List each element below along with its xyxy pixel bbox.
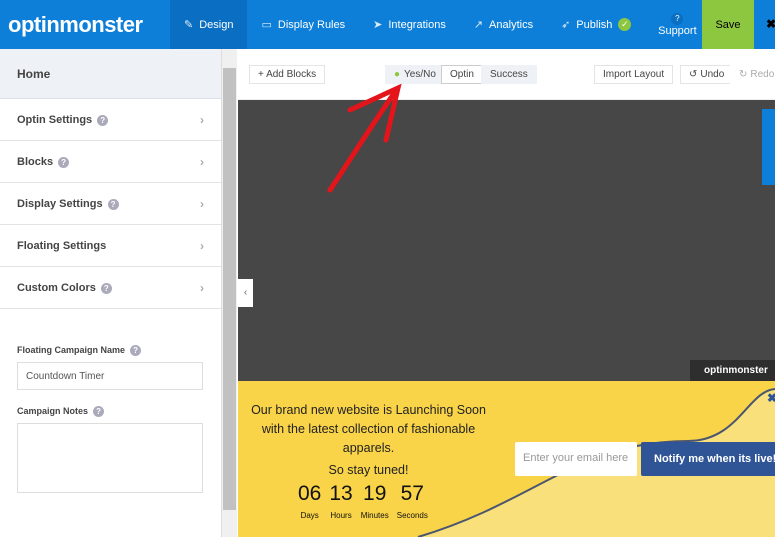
- view-success-button[interactable]: Success: [481, 65, 537, 84]
- question-icon: ?: [671, 13, 684, 25]
- sidebar-item-blocks[interactable]: Blocks? ›: [0, 141, 221, 183]
- redo-label: Redo: [750, 69, 775, 80]
- help-icon[interactable]: ?: [97, 114, 109, 126]
- message-text: Our brand new website is Launching Soon …: [251, 403, 486, 455]
- tab-design[interactable]: ✎ Design: [170, 0, 248, 49]
- countdown-minutes: 19 Minutes: [361, 483, 389, 523]
- tab-display-rules[interactable]: ▭ Display Rules: [247, 0, 359, 49]
- sidebar-item-optin-settings[interactable]: Optin Settings? ›: [0, 99, 221, 141]
- pencil-icon: ✎: [184, 19, 194, 31]
- chevron-right-icon: ›: [200, 238, 204, 253]
- countdown-days: 06 Days: [298, 483, 321, 523]
- label-text: Floating Campaign Name: [17, 345, 126, 355]
- close-banner-icon[interactable]: ✖: [767, 391, 775, 405]
- undo-icon: ↺: [689, 69, 698, 80]
- item-label: Optin Settings: [17, 113, 93, 126]
- item-label: Display Settings: [17, 197, 103, 210]
- sidebar-item-display-settings[interactable]: Display Settings? ›: [0, 183, 221, 225]
- view-optin-button[interactable]: Optin: [441, 65, 483, 84]
- red-arrow-annotation: [327, 83, 402, 193]
- close-icon[interactable]: ✖: [766, 17, 775, 31]
- tab-label: Publish: [576, 18, 613, 31]
- countdown-unit: Hours: [330, 511, 352, 520]
- item-label: Custom Colors: [17, 281, 96, 294]
- stay-tuned-text: So stay tuned!: [328, 463, 409, 477]
- countdown-value: 19: [363, 482, 387, 505]
- countdown-unit: Days: [300, 511, 319, 520]
- help-icon[interactable]: ?: [100, 282, 112, 294]
- scrollbar-thumb[interactable]: [223, 68, 236, 510]
- campaign-notes-label: Campaign Notes?: [17, 406, 204, 417]
- chevron-right-icon: ›: [200, 196, 204, 211]
- redo-button[interactable]: ↻ Redo: [730, 65, 775, 84]
- tab-label: Display Rules: [277, 18, 346, 31]
- optinmonster-logo: optinmonster: [8, 11, 143, 37]
- item-label: Floating Settings: [17, 239, 107, 252]
- check-icon: ✓: [618, 18, 632, 31]
- campaign-name-label: Floating Campaign Name?: [17, 345, 204, 356]
- optinmonster-brand-tag: optinmonster: [690, 360, 775, 381]
- notify-button[interactable]: Notify me when its live!: [641, 442, 775, 476]
- banner-message: Our brand new website is Launching Soon …: [246, 401, 491, 480]
- editor-toolbar: + Add Blocks ● Yes/No Optin Success Impor…: [238, 49, 775, 100]
- help-icon[interactable]: ?: [58, 156, 70, 168]
- tab-publish[interactable]: ➶ Publish ✓: [547, 0, 645, 49]
- tab-integrations[interactable]: ➤ Integrations: [359, 0, 460, 49]
- chevron-right-icon: ›: [200, 280, 204, 295]
- undo-button[interactable]: ↺ Undo: [680, 65, 734, 84]
- support-label: Support: [658, 25, 697, 37]
- countdown-unit: Seconds: [396, 511, 428, 520]
- help-icon[interactable]: ?: [130, 345, 142, 356]
- help-icon[interactable]: ?: [93, 406, 105, 417]
- tab-label: Integrations: [388, 18, 446, 31]
- feedback-tab[interactable]: [762, 109, 775, 185]
- countdown-value: 13: [329, 482, 353, 505]
- dot-icon: ●: [394, 69, 401, 80]
- countdown-hours: 13 Hours: [329, 483, 352, 523]
- sidebar-item-floating-settings[interactable]: Floating Settings ›: [0, 225, 221, 267]
- add-blocks-button[interactable]: + Add Blocks: [249, 65, 326, 84]
- tab-label: Analytics: [489, 18, 534, 31]
- floating-bar-preview: Our brand new website is Launching Soon …: [238, 381, 775, 537]
- rocket-icon: ➶: [561, 19, 571, 31]
- email-input[interactable]: Enter your email here: [515, 442, 637, 476]
- support-button[interactable]: ? Support: [645, 12, 709, 37]
- top-nav-bar: optinmonster ✎ Design ▭ Display Rules ➤ Int…: [0, 0, 775, 49]
- sidebar: Home Optin Settings? › Blocks? › Display S…: [0, 49, 222, 537]
- undo-label: Undo: [700, 69, 725, 80]
- save-button[interactable]: Save: [702, 0, 754, 49]
- chevron-right-icon: ›: [200, 112, 204, 127]
- countdown-timer: 06 Days 13 Hours 19 Minutes 57 Seconds: [298, 483, 428, 523]
- sidebar-item-custom-colors[interactable]: Custom Colors? ›: [0, 267, 221, 309]
- campaign-name-input[interactable]: Countdown Timer: [17, 362, 203, 390]
- preview-canvas: [238, 100, 775, 381]
- view-label: Yes/No: [404, 69, 436, 80]
- campaign-notes-textarea[interactable]: [17, 423, 203, 493]
- help-icon[interactable]: ?: [107, 198, 119, 210]
- monitor-icon: ▭: [261, 19, 272, 31]
- collapse-sidebar-button[interactable]: ‹: [238, 279, 253, 307]
- sidebar-home[interactable]: Home: [0, 49, 221, 99]
- import-layout-button[interactable]: Import Layout: [594, 65, 674, 84]
- label-text: Campaign Notes: [17, 406, 89, 416]
- paper-plane-icon: ➤: [373, 19, 383, 31]
- tab-analytics[interactable]: ↗ Analytics: [460, 0, 547, 49]
- countdown-value: 06: [298, 482, 322, 505]
- countdown-unit: Minutes: [360, 511, 389, 520]
- countdown-value: 57: [400, 482, 424, 505]
- countdown-seconds: 57 Seconds: [397, 483, 428, 523]
- chevron-right-icon: ›: [200, 154, 204, 169]
- item-label: Blocks: [17, 155, 54, 168]
- redo-icon: ↻: [739, 69, 748, 80]
- tab-label: Design: [199, 18, 234, 31]
- chart-icon: ↗: [473, 19, 484, 31]
